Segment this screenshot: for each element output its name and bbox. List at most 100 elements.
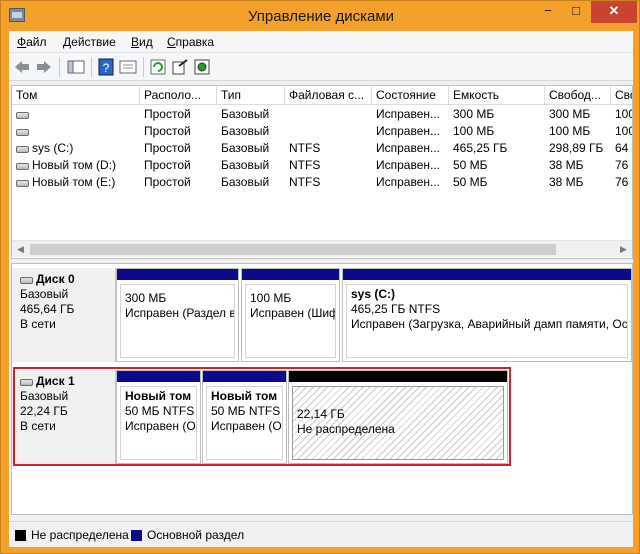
disk-0-label[interactable]: Диск 0 Базовый 465,64 ГБ В сети [12, 268, 116, 362]
column-header-layout[interactable]: Располо... [140, 86, 217, 105]
drive-icon [16, 146, 29, 153]
volume-list-header: Том Располо... Тип Файловая с... Состоян… [12, 86, 632, 105]
forward-icon[interactable] [35, 58, 53, 76]
cell-status: Исправен... [376, 141, 441, 155]
drive-icon [16, 163, 29, 170]
export-icon[interactable] [171, 58, 189, 76]
menu-action[interactable]: Действие [63, 35, 116, 49]
scroll-left-icon[interactable]: ◀ [12, 241, 29, 258]
cell-status: Исправен... [376, 124, 441, 138]
cell-layout: Простой [144, 107, 191, 121]
cell-capacity: 300 МБ [453, 107, 495, 121]
cell-volume-text: sys (C:) [32, 141, 74, 155]
legend-label-unallocated: Не распределена [31, 528, 129, 542]
table-row[interactable]: Простой Базовый Исправен... 100 МБ 100 М… [12, 123, 632, 140]
partition-info: 100 МБ Исправен (Шиф [245, 284, 336, 358]
partition-bar [117, 269, 238, 280]
partition-bar [343, 269, 631, 280]
column-header-capacity[interactable]: Емкость [449, 86, 545, 105]
menu-help[interactable]: Справка [167, 35, 214, 49]
cell-capacity: 100 МБ [453, 124, 495, 138]
cell-volume-text: Новый том (E:) [32, 175, 116, 189]
disk-0-size: 465,64 ГБ [20, 302, 75, 316]
disk-management-window: Управление дисками − □ ✕ Файл Действие В… [0, 0, 640, 554]
volume-list[interactable]: Том Располо... Тип Файловая с... Состоян… [11, 85, 633, 259]
disk-0-partition-sys[interactable]: sys (C:) 465,25 ГБ NTFS Исправен (Загруз… [342, 268, 632, 362]
close-button[interactable]: ✕ [591, 1, 637, 23]
cell-layout: Простой [144, 141, 191, 155]
cell-type: Базовый [221, 158, 270, 172]
partition-size: 465,25 ГБ NTFS [351, 302, 441, 316]
toolbar-separator [59, 57, 60, 77]
partition-info: 300 МБ Исправен (Раздел во [120, 284, 235, 358]
column-header-volume[interactable]: Том [12, 86, 140, 105]
cell-type: Базовый [221, 141, 270, 155]
partition-bar [242, 269, 339, 280]
back-icon[interactable] [13, 58, 31, 76]
cell-free-space: 100 МБ [549, 124, 591, 138]
title-bar[interactable]: Управление дисками − □ ✕ [1, 1, 640, 31]
cell-volume: sys (C:) [12, 140, 140, 157]
legend-swatch-unallocated [15, 530, 26, 541]
table-row[interactable]: Новый том (E:) Простой Базовый NTFS Испр… [12, 174, 632, 191]
legend-label-primary: Основной раздел [147, 528, 245, 542]
cell-filesystem [285, 123, 372, 140]
column-header-status[interactable]: Состояние [372, 86, 449, 105]
settings-icon[interactable] [193, 58, 211, 76]
cell-layout: Простой [144, 175, 191, 189]
disk-0-partition-1[interactable]: 300 МБ Исправен (Раздел во [116, 268, 239, 362]
cell-capacity: 465,25 ГБ [453, 141, 508, 155]
column-header-free-space[interactable]: Свобод... [545, 86, 611, 105]
column-header-type[interactable]: Тип [217, 86, 285, 105]
column-header-filesystem[interactable]: Файловая с... [285, 86, 372, 105]
menu-help-label: правка [175, 35, 215, 49]
menu-view[interactable]: Вид [131, 35, 153, 49]
svg-text:?: ? [103, 61, 110, 75]
minimize-button[interactable]: − [535, 1, 561, 23]
menu-file[interactable]: Файл [17, 35, 47, 49]
partition-size: 300 МБ [125, 291, 167, 305]
cell-free-space: 298,89 ГБ [549, 141, 604, 155]
menu-view-hotkey: В [131, 35, 140, 49]
cell-free-percent: 100 [615, 124, 632, 138]
cell-capacity: 50 МБ [453, 158, 488, 172]
partition-size: 100 МБ [250, 291, 292, 305]
disk-0-type: Базовый [20, 287, 69, 301]
cell-volume [12, 123, 140, 140]
scrollbar-thumb[interactable] [30, 244, 556, 255]
cell-filesystem: NTFS [289, 141, 321, 155]
partition-info: sys (C:) 465,25 ГБ NTFS Исправен (Загруз… [346, 284, 628, 358]
help-icon[interactable]: ? [97, 58, 115, 76]
disk-icon [20, 277, 33, 284]
disk-0-name-text: Диск 0 [36, 272, 75, 286]
column-header-free-percent[interactable]: Сво [611, 86, 632, 105]
cell-filesystem: NTFS [289, 158, 321, 172]
partition-status: Исправен (Раздел во [125, 306, 235, 320]
cell-layout: Простой [144, 158, 191, 172]
cell-status: Исправен... [376, 175, 441, 189]
horizontal-scrollbar[interactable]: ◀ ▶ [12, 240, 632, 257]
drive-icon [16, 129, 29, 136]
show-hide-console-icon[interactable] [67, 58, 85, 76]
maximize-button[interactable]: □ [563, 1, 589, 23]
disk-1-highlight-frame [13, 367, 511, 466]
cell-volume-text: Новый том (D:) [32, 158, 116, 172]
cell-volume: Новый том (E:) [12, 174, 140, 191]
properties-icon[interactable] [119, 58, 137, 76]
refresh-icon[interactable] [149, 58, 167, 76]
scroll-right-icon[interactable]: ▶ [615, 241, 632, 258]
cell-free-percent: 64 [615, 141, 629, 155]
legend: Не распределена Основной раздел [9, 521, 633, 547]
cell-filesystem [285, 106, 372, 123]
toolbar-separator [91, 57, 92, 77]
cell-type: Базовый [221, 175, 270, 189]
table-row[interactable]: Новый том (D:) Простой Базовый NTFS Испр… [12, 157, 632, 174]
cell-capacity: 50 МБ [453, 175, 488, 189]
cell-status: Исправен... [376, 158, 441, 172]
disk-0-partition-2[interactable]: 100 МБ Исправен (Шиф [241, 268, 340, 362]
partition-status: Исправен (Шиф [250, 306, 336, 320]
table-row[interactable]: Простой Базовый Исправен... 300 МБ 300 М… [12, 106, 632, 123]
table-row[interactable]: sys (C:) Простой Базовый NTFS Исправен..… [12, 140, 632, 157]
partition-status: Исправен (Загрузка, Аварийный дамп памят… [351, 317, 628, 331]
cell-filesystem: NTFS [289, 175, 321, 189]
